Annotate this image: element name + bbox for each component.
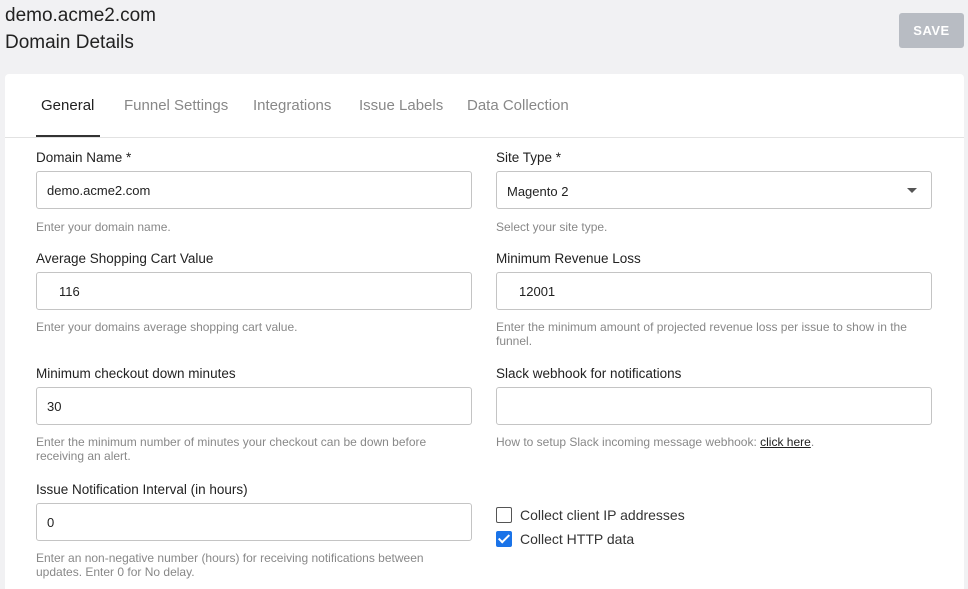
save-button[interactable]: SAVE (899, 13, 964, 48)
tab-general[interactable]: General (41, 97, 94, 114)
site-type-value: Magento 2 (507, 184, 569, 199)
domain-name-input[interactable] (36, 171, 472, 209)
tab-bar: General Funnel Settings Integrations Iss… (5, 74, 964, 138)
collect-http-checkbox[interactable] (496, 531, 512, 547)
header-domain: demo.acme2.com (5, 5, 157, 26)
min-checkout-input[interactable] (36, 387, 472, 425)
slack-help-suffix: . (810, 435, 815, 449)
slack-help-text: How to setup Slack incoming message webh… (496, 435, 761, 449)
slack-help-link[interactable]: click here (760, 435, 811, 449)
domain-name-help: Enter your domain name. (36, 220, 171, 234)
min-checkout-help: Enter the minimum number of minutes your… (36, 435, 427, 463)
site-type-select[interactable]: Magento 2 (496, 171, 932, 209)
page-title: Domain Details (5, 32, 134, 53)
collect-http-label: Collect HTTP data (520, 531, 635, 547)
interval-input[interactable] (36, 503, 472, 541)
avg-cart-label: Average Shopping Cart Value (36, 251, 214, 266)
min-checkout-label: Minimum checkout down minutes (36, 366, 236, 381)
avg-cart-input[interactable] (36, 272, 472, 310)
domain-name-label: Domain Name * (36, 150, 132, 165)
slack-help: How to setup Slack incoming message webh… (496, 435, 936, 449)
tab-integrations[interactable]: Integrations (253, 97, 331, 114)
collect-http-row[interactable]: Collect HTTP data (496, 531, 634, 547)
min-revenue-input[interactable] (496, 272, 932, 310)
tab-funnel-settings[interactable]: Funnel Settings (124, 97, 228, 114)
min-revenue-help: Enter the minimum amount of projected re… (496, 320, 907, 348)
slack-webhook-input[interactable] (496, 387, 932, 425)
avg-cart-help: Enter your domains average shopping cart… (36, 320, 298, 334)
domain-details-card: General Funnel Settings Integrations Iss… (5, 74, 964, 589)
collect-ip-label: Collect client IP addresses (520, 507, 685, 523)
slack-label: Slack webhook for notifications (496, 366, 682, 381)
site-type-help: Select your site type. (496, 220, 608, 234)
collect-ip-checkbox[interactable] (496, 507, 512, 523)
tab-data-collection[interactable]: Data Collection (467, 97, 569, 114)
min-revenue-label: Minimum Revenue Loss (496, 251, 641, 266)
tab-issue-labels[interactable]: Issue Labels (359, 97, 443, 114)
interval-help: Enter an non-negative number (hours) for… (36, 551, 424, 579)
caret-down-icon (907, 188, 917, 193)
site-type-label: Site Type * (496, 150, 562, 165)
collect-ip-row[interactable]: Collect client IP addresses (496, 507, 685, 523)
interval-label: Issue Notification Interval (in hours) (36, 482, 248, 497)
active-tab-indicator (36, 135, 100, 137)
